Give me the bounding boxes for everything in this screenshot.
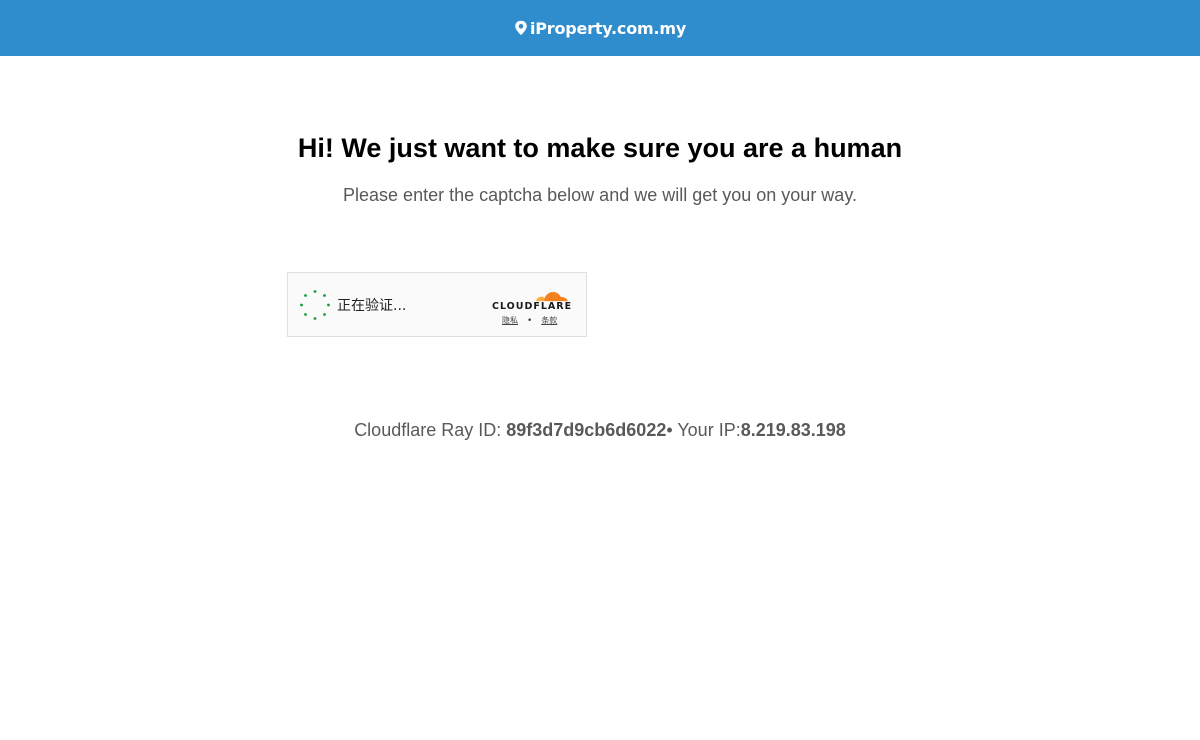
ray-id-footer: Cloudflare Ray ID: 89f3d7d9cb6d6022• You… <box>0 420 1200 441</box>
site-logo-link[interactable]: iProperty.com.my <box>514 19 686 38</box>
captcha-widget[interactable]: 正在验证... CLOUDFLARE 隐私 • 条款 <box>287 272 587 337</box>
link-separator: • <box>527 315 533 326</box>
loading-spinner-icon <box>300 290 330 320</box>
terms-link[interactable]: 条款 <box>541 315 557 326</box>
verification-status-text: 正在验证... <box>337 298 407 314</box>
ip-label: • Your IP: <box>666 420 741 440</box>
ray-id-value: 89f3d7d9cb6d6022 <box>506 420 667 440</box>
ray-id-label: Cloudflare Ray ID: <box>354 420 507 440</box>
header-bar: iProperty.com.my <box>0 0 1200 56</box>
cloudflare-wordmark: CLOUDFLARE <box>492 301 573 312</box>
site-logo-text: iProperty.com.my <box>529 18 687 38</box>
page-subtitle: Please enter the captcha below and we wi… <box>343 185 857 205</box>
map-pin-icon <box>515 20 527 36</box>
privacy-link[interactable]: 隐私 <box>502 315 518 326</box>
cloudflare-links: 隐私 • 条款 <box>502 315 557 326</box>
page-title: Hi! We just want to make sure you are a … <box>297 133 903 163</box>
ip-value: 8.219.83.198 <box>740 420 846 440</box>
